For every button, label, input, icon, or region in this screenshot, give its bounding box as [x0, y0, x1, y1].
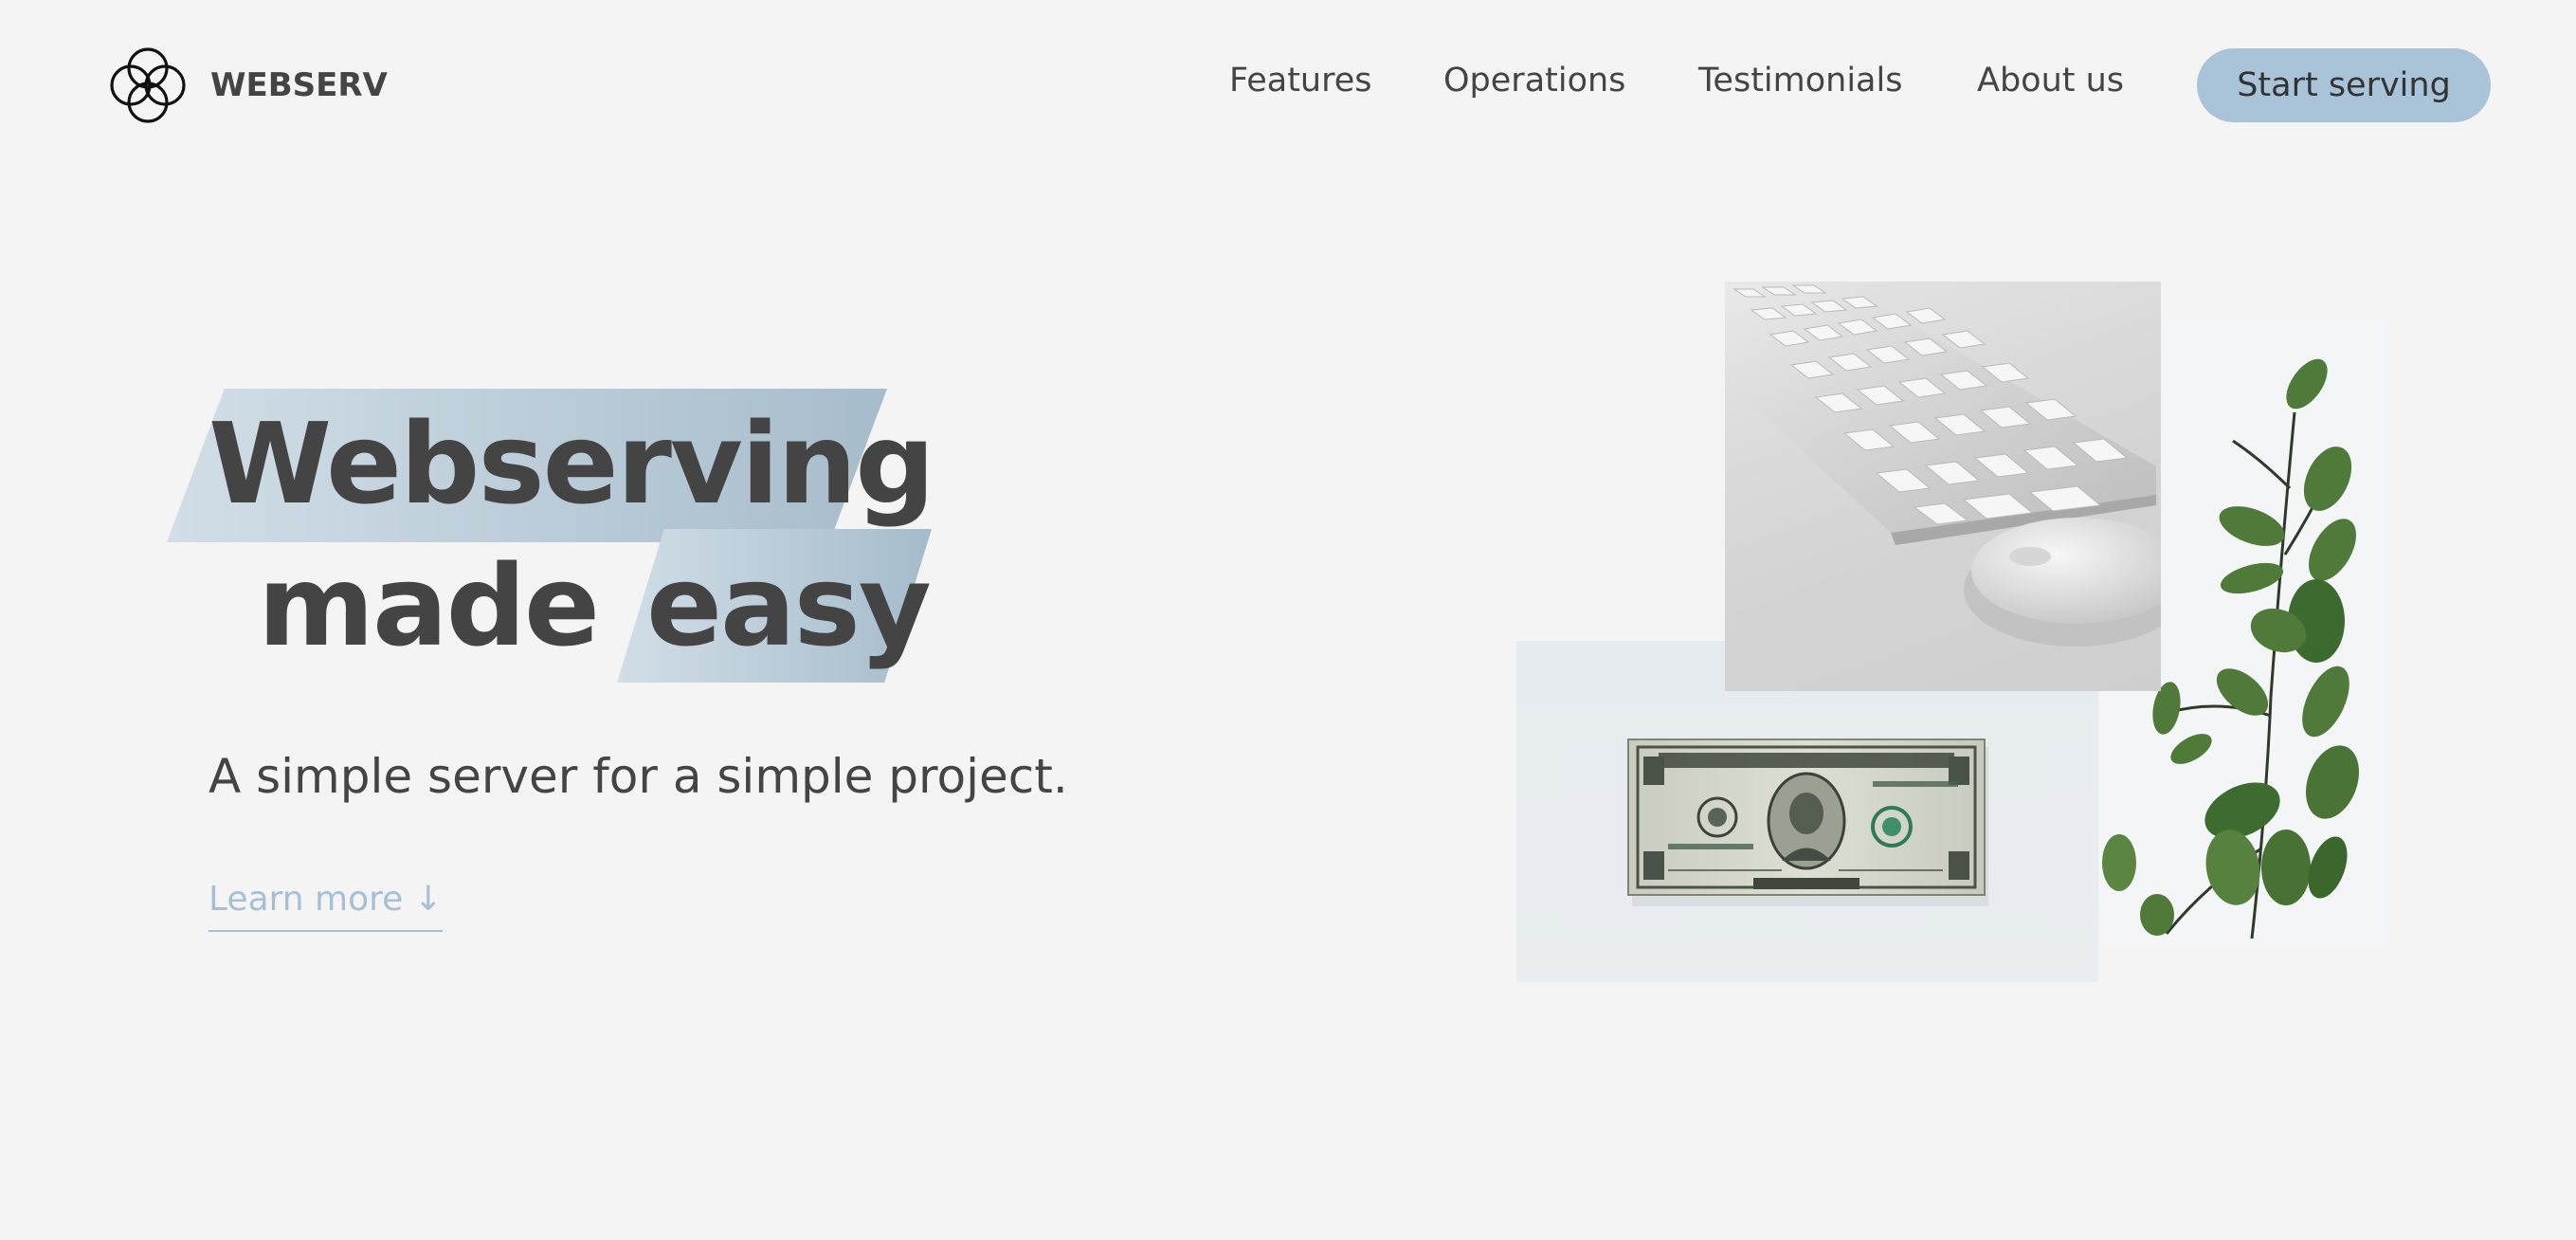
hero-title-word-easy: easy	[646, 540, 932, 671]
hero-subtitle: A simple server for a simple project.	[209, 749, 1068, 804]
keyboard-and-mouse-photo	[1725, 282, 2161, 691]
nav-link-operations[interactable]: Operations	[1443, 62, 1625, 100]
hero-title-word-made: made	[258, 540, 600, 671]
nav-link-features[interactable]: Features	[1229, 62, 1372, 100]
brand-logo[interactable]: WEBSERV	[104, 42, 388, 129]
one-dollar-bill-photo	[1516, 641, 2098, 982]
start-serving-button[interactable]: Start serving	[2197, 48, 2491, 122]
four-circles-logo-icon	[110, 47, 186, 123]
hero-title-line-1: Webserving	[209, 398, 935, 529]
brand-name: WEBSERV	[210, 66, 388, 104]
nav-link-about-us[interactable]: About us	[1977, 62, 2124, 100]
nav-link-testimonials[interactable]: Testimonials	[1698, 62, 1902, 100]
learn-more-link[interactable]: Learn more ↓	[209, 880, 443, 932]
